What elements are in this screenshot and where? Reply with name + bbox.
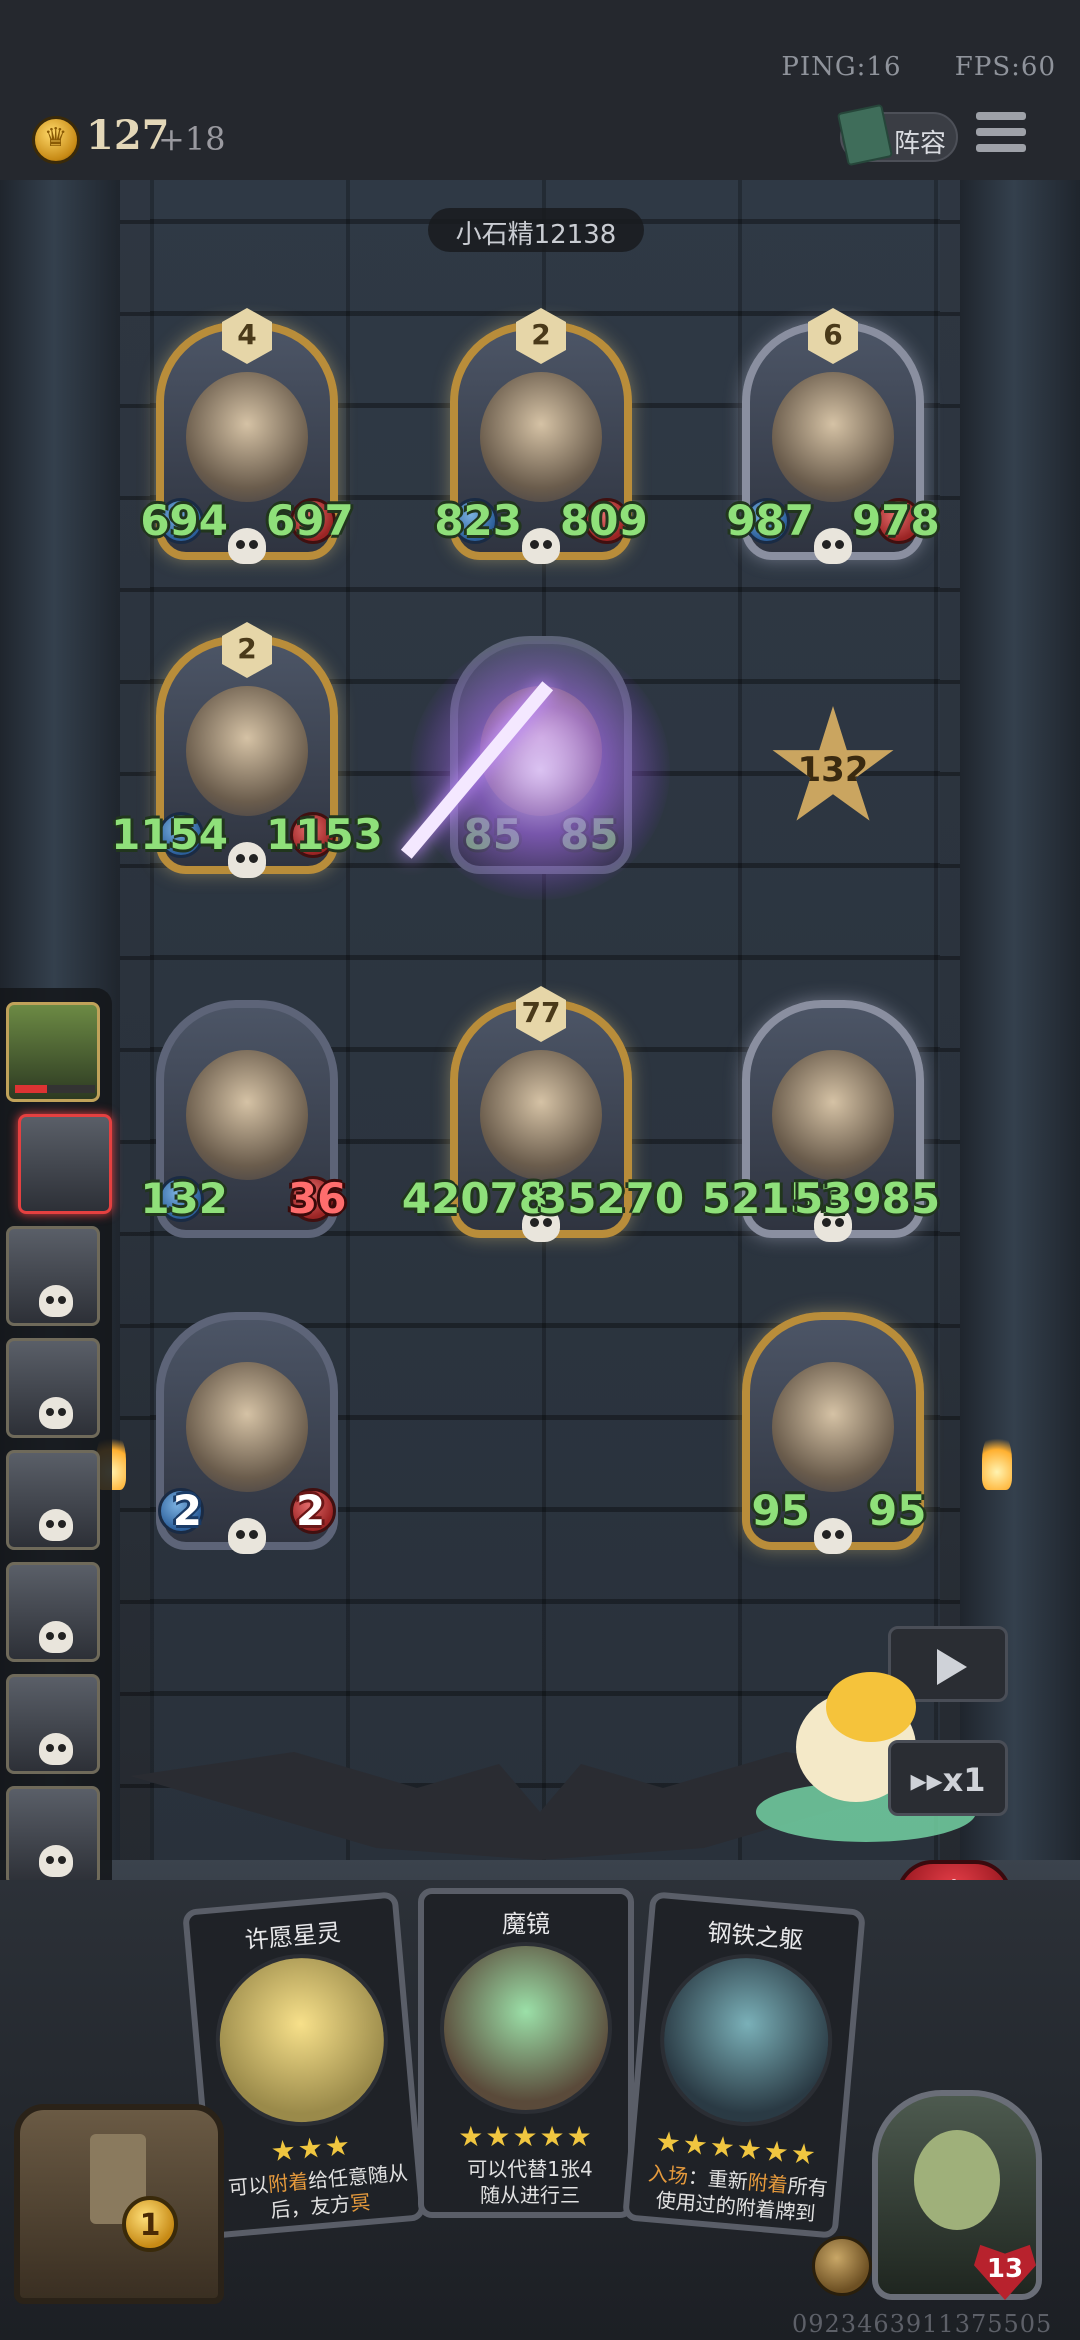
minion-wishing-star[interactable]: 52151 53985	[702, 1000, 940, 1242]
opponent-portrait-eliminated[interactable]	[6, 1338, 100, 1438]
skull-icon	[228, 528, 266, 564]
opponent-name-plate: 小石精12138	[428, 208, 644, 252]
card-title: 魔镜	[502, 1910, 550, 1938]
opponent-name: 小石精12138	[455, 220, 617, 250]
build-id: 0923463911375505	[792, 2310, 1053, 2338]
health-value: 2	[296, 1486, 326, 1535]
top-bar: PING:16 FPS:60 127 +18 阵容	[0, 0, 1080, 180]
opponent-portrait-eliminated[interactable]	[6, 1562, 100, 1662]
minion-cyborg-scientist[interactable]: 2 823 809	[434, 308, 648, 564]
attack-value: 132	[140, 1174, 228, 1223]
opponent-portrait-eliminated[interactable]	[6, 1226, 100, 1326]
torch-icon	[982, 1430, 1012, 1490]
wizard-portrait	[186, 372, 308, 502]
shop-card-3[interactable]: 钢铁之躯 ★★★★★★ 入场：重新附着所有使用过的附着牌到	[622, 1891, 866, 2239]
star-portrait	[772, 1050, 894, 1180]
attack-value: 1154	[111, 810, 228, 859]
health-value: 809	[560, 496, 648, 545]
attack-value: 823	[434, 496, 522, 545]
knight-portrait	[772, 372, 894, 502]
minion-wizard[interactable]: 4 694 697	[140, 308, 354, 564]
card-title: 许愿星灵	[243, 1918, 342, 1955]
minion-steam-airship[interactable]: 95 95	[742, 1312, 927, 1554]
opponent-portrait-current[interactable]	[18, 1114, 112, 1214]
skull-icon	[39, 1621, 73, 1653]
skull-icon	[814, 528, 852, 564]
minion-bell-robot[interactable]: 2 2	[156, 1312, 338, 1554]
minion-armored-knight[interactable]: 6 987 978	[726, 308, 940, 564]
network-status: PING:16 FPS:60	[737, 52, 1056, 82]
health-value: 53985	[794, 1174, 941, 1223]
menu-icon[interactable]	[976, 112, 1026, 160]
health-value: 697	[266, 496, 354, 545]
attack-value: 95	[751, 1486, 810, 1535]
gold-income: +18	[158, 120, 226, 158]
recruit-chest-button[interactable]	[14, 2104, 224, 2304]
ping-readout: PING:16	[781, 52, 902, 82]
opponent-list	[0, 988, 112, 1914]
lineup-label: 阵容	[894, 129, 947, 159]
airship-portrait	[772, 1362, 894, 1492]
health-value: 95	[868, 1486, 927, 1535]
skull-icon	[814, 1518, 852, 1554]
right-pillar	[960, 180, 1080, 1880]
card-text: 可以代替1张4 随从进行三	[467, 2157, 593, 2207]
assassin-portrait	[186, 1050, 308, 1180]
shop-card-2[interactable]: 魔镜 ★★★★★ 可以代替1张4 随从进行三	[418, 1888, 634, 2218]
gold-coin-icon	[32, 116, 80, 164]
attack-value: 694	[140, 496, 228, 545]
opponent-portrait-eliminated[interactable]	[6, 1786, 100, 1886]
tavern-tier: 1	[139, 2208, 161, 2243]
skull-icon	[228, 1518, 266, 1554]
speed-button[interactable]: ▸▸x1	[888, 1740, 1008, 1816]
skull-icon	[228, 842, 266, 878]
robot-portrait	[186, 1362, 308, 1492]
hero-ability-button[interactable]	[812, 2236, 872, 2296]
attack-value: 987	[726, 496, 814, 545]
lightning-effect	[410, 640, 670, 900]
card-art	[653, 1946, 840, 2134]
tavern-tier-coin: 1	[122, 2196, 178, 2252]
health-value: 36	[288, 1174, 347, 1223]
speed-label: ▸▸x1	[910, 1761, 986, 1799]
health-value: 1153	[266, 810, 383, 859]
skull-icon	[39, 1845, 73, 1877]
health-value: 978	[852, 496, 940, 545]
minion-hooded-assassin[interactable]: 132 36	[140, 1000, 346, 1238]
skull-icon	[522, 528, 560, 564]
lineup-button[interactable]: 阵容	[836, 103, 958, 167]
opponent-portrait-eliminated[interactable]	[6, 1450, 100, 1550]
cyborg-portrait	[480, 372, 602, 502]
card-title: 钢铁之躯	[706, 1918, 805, 1955]
skull-icon	[39, 1733, 73, 1765]
minion-iron-golem[interactable]: 77 42078 35270	[402, 986, 684, 1242]
golem-portrait	[480, 1050, 602, 1180]
attack-value: 2	[172, 1486, 202, 1535]
opponent-portrait-self[interactable]	[6, 1002, 100, 1102]
gold-amount: 127	[86, 112, 170, 159]
skull-icon	[39, 1397, 73, 1429]
card-art	[440, 1942, 612, 2114]
minion-old-mechanic[interactable]: 2 1154 1153	[111, 622, 383, 878]
card-art	[208, 1946, 395, 2134]
fps-readout: FPS:60	[954, 52, 1056, 82]
skull-icon	[39, 1509, 73, 1541]
health-value: 35270	[538, 1174, 685, 1223]
hero-face	[914, 2130, 1000, 2230]
opponent-portrait-eliminated[interactable]	[6, 1674, 100, 1774]
skull-icon	[39, 1285, 73, 1317]
book-icon	[836, 103, 894, 167]
card-stars: ★★★★★	[458, 2120, 594, 2153]
attack-value: 42078	[401, 1174, 548, 1223]
mechanic-portrait	[186, 686, 308, 816]
